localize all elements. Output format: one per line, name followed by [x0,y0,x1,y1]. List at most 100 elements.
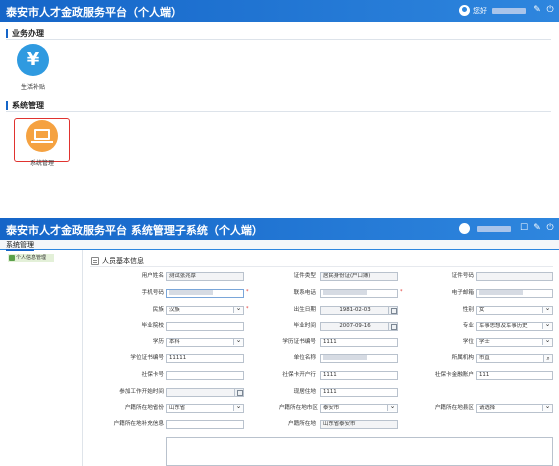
label-employer: 单位名称 [293,355,316,361]
label-degree-cert-no: 学位证书编号 [130,355,164,361]
label-ss-card-no: 社保卡号 [141,372,164,378]
current-addr-field[interactable]: 1111 [320,388,398,397]
hukou-full-field[interactable]: 山东省泰安市 [320,420,398,429]
label-contact-phone: 联系电话 [293,290,316,296]
ss-bank-field[interactable]: 1111 [320,371,398,380]
contact-phone-field[interactable] [320,289,398,298]
education-select[interactable]: 本科 [166,338,244,347]
label-hukou-prov: 户籍所在地省份 [124,405,164,411]
birth-date-field[interactable]: 1981-02-03 [320,306,398,315]
hukou-county-select[interactable]: 请选择 [476,404,553,413]
required-mark: * [246,306,249,312]
tile-living-subsidy[interactable]: ¥ 生活补贴 [8,44,58,91]
power-icon[interactable]: ⏻ [545,222,555,235]
required-mark: * [400,289,403,295]
birth-date-value: 1981-02-03 [339,307,371,313]
label-hukou-full: 户籍所在地 [288,421,316,427]
edu-cert-no-field[interactable]: 1111 [320,338,398,347]
label-birth: 出生日期 [293,307,316,313]
label-ss-bank: 社保卡开户行 [282,372,316,378]
label-id-type: 证件类型 [293,273,316,279]
label-institution: 所属机构 [451,355,474,361]
redacted-value [323,290,368,295]
sidebar-item-label: 个人信息管理 [16,255,47,261]
section-title-system: 系统管理 [6,100,551,112]
name-field[interactable]: 测试张兆厚 [166,272,244,281]
label-hukou-city: 户籍所在地市区 [278,405,318,411]
id-type-field[interactable]: 居民身份证(户口簿) [320,272,398,281]
grad-time-field[interactable]: 2007-09-16 [320,322,398,331]
nav-bar: 系统管理 [0,240,559,251]
degree-cert-no-field[interactable]: 11111 [166,354,244,363]
email-field[interactable] [476,289,553,298]
user-icon[interactable] [459,5,470,16]
wrench-icon[interactable]: ✎ [532,222,542,235]
tile-label: 系统管理 [29,160,54,167]
gender-select[interactable]: 女 [476,306,553,315]
label-id-no: 证件号码 [451,273,474,279]
ss-finance-field[interactable]: 111 [476,371,553,380]
ethnicity-select[interactable]: 汉族 [166,306,244,315]
label-work-start: 参加工作开始时间 [119,389,164,395]
edit-icon[interactable]: ☐ [519,222,529,235]
laptop-icon [26,120,58,152]
redacted-value [323,355,368,360]
sidebar-item-personal-info[interactable]: 个人信息管理 [8,254,54,262]
section-title-business: 业务办理 [6,28,551,40]
form-icon [91,257,99,265]
label-hukou-detail: 户籍所在地补充信息 [113,421,164,427]
label-education: 学历 [152,339,164,345]
label-email: 电子邮箱 [451,290,474,296]
id-no-field[interactable] [476,272,553,281]
calendar-icon[interactable] [388,323,397,330]
app-title: 泰安市人才金政服务平台（个人端） [6,6,182,19]
institution-field[interactable]: 市直 ⌕ [476,354,553,363]
grad-time-value: 2007-09-16 [339,323,371,329]
institution-value: 市直 [479,355,490,361]
user-info-icon [9,255,15,261]
wrench-icon[interactable]: ✎ [532,4,542,17]
user-icon[interactable] [459,223,470,234]
yen-icon: ¥ [17,44,49,76]
remarks-textarea[interactable] [166,437,553,466]
label-degree: 学位 [462,339,474,345]
major-select[interactable]: 军事思想及军事历史 [476,322,553,331]
search-icon[interactable]: ⌕ [543,355,552,362]
tile-system-management[interactable]: 系统管理 [17,120,67,167]
hukou-detail-field[interactable] [166,420,244,429]
required-mark: * [246,289,249,295]
phone-field[interactable] [166,289,244,298]
calendar-icon[interactable] [388,307,397,314]
label-hukou-county: 户籍所在地县区 [434,405,474,411]
employer-field[interactable] [320,354,398,363]
username-redacted [477,226,511,232]
degree-select[interactable]: 学士 [476,338,553,347]
redacted-value [169,290,214,295]
work-start-field[interactable] [166,388,244,397]
form-title: 人员基本信息 [90,256,553,267]
sidebar: 个人信息管理 [0,250,83,466]
tile-label: 生活补贴 [20,84,45,91]
label-phone: 手机号码 [141,290,164,296]
power-icon[interactable]: ⏻ [545,4,555,17]
label-current-addr: 现居住地 [293,389,316,395]
label-gender: 性别 [462,307,474,313]
form-title-text: 人员基本信息 [102,257,144,265]
grad-school-field[interactable] [166,322,244,331]
hukou-city-select[interactable]: 泰安市 [320,404,398,413]
greeting-text: 您好 [473,7,487,15]
hukou-prov-select[interactable]: 山东省 [166,404,244,413]
username-redacted [492,8,526,14]
label-ss-finance: 社保卡金融账户 [434,372,474,378]
redacted-value [479,290,523,295]
label-ethnicity: 民族 [152,307,164,313]
label-grad-time: 毕业时间 [293,323,316,329]
label-edu-cert-no: 学历证书编号 [282,339,316,345]
label-name: 用户姓名 [141,273,164,279]
calendar-icon[interactable] [234,389,243,396]
ss-card-no-field[interactable] [166,371,244,380]
label-grad-school: 毕业院校 [141,323,164,329]
app-header-system: 泰安市人才金政服务平台 系统管理子系统（个人端） ☐ ✎ ⏻ [0,218,559,240]
app-header: 泰安市人才金政服务平台（个人端） 您好 ✎ ⏻ [0,0,559,22]
app-title: 泰安市人才金政服务平台 系统管理子系统（个人端） [6,224,263,237]
